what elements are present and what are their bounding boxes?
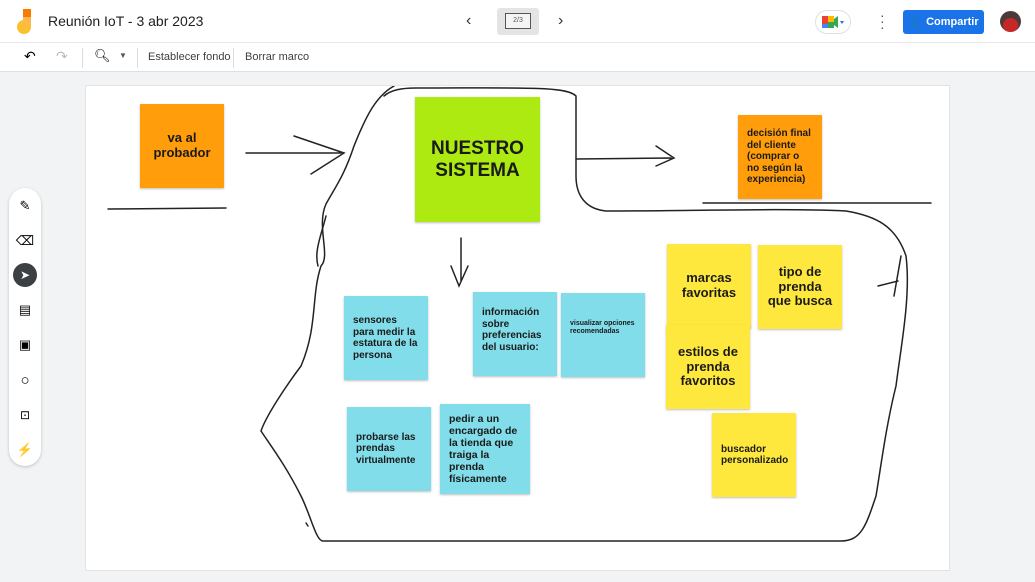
divider <box>137 48 138 68</box>
sticky-note[interactable]: información sobre preferencias del usuar… <box>473 292 557 376</box>
sticky-note[interactable]: probarse las prendas virtualmente <box>347 407 431 491</box>
toolbar: ↶ ↷ 🔍︎ ▼ Establecer fondo Borrar marco <box>0 43 1035 72</box>
circle-shape-icon[interactable]: ○ <box>13 368 37 392</box>
redo-icon[interactable]: ↷ <box>56 48 68 65</box>
pen-icon[interactable]: ✎ <box>13 194 37 218</box>
divider <box>82 48 83 68</box>
sticky-note[interactable]: estilos de prenda favoritos <box>666 325 750 409</box>
sticky-note[interactable]: tipo de prenda que busca <box>758 245 842 329</box>
sticky-note[interactable]: marcas favoritas <box>667 244 751 328</box>
undo-icon[interactable]: ↶ <box>24 48 36 65</box>
more-options-icon[interactable]: · · · <box>880 8 885 34</box>
document-title[interactable]: Reunión IoT - 3 abr 2023 <box>48 13 203 29</box>
tool-sidebar: ✎ ⌫ ➤ ▤ ▣ ○ ⊡ ⚡ <box>9 188 41 466</box>
sticky-note[interactable]: visualizar opciones recomendadas <box>561 293 645 377</box>
laser-icon[interactable]: ⚡ <box>13 438 37 462</box>
sticky-note[interactable]: decisión final del cliente (comprar o no… <box>738 115 822 199</box>
sticky-note[interactable]: NUESTRO SISTEMA <box>415 97 540 222</box>
top-bar: Reunión IoT - 3 abr 2023 ‹ 2/3 › · · · 👤 Co… <box>0 0 1035 43</box>
frame-bar-button[interactable]: 2/3 <box>497 8 539 35</box>
frame-indicator: 2/3 <box>505 13 531 29</box>
text-box-icon[interactable]: ⊡ <box>13 403 37 427</box>
share-button[interactable]: 👤 Compartir <box>903 10 984 34</box>
avatar[interactable] <box>1000 11 1021 32</box>
sticky-note[interactable]: va al probador <box>140 104 224 188</box>
zoom-dropdown-icon[interactable]: ▼ <box>119 51 127 60</box>
next-frame-button[interactable]: › <box>558 12 563 30</box>
meet-button[interactable] <box>815 10 851 34</box>
divider <box>233 48 234 68</box>
prev-frame-button[interactable]: ‹ <box>466 12 471 30</box>
eraser-icon[interactable]: ⌫ <box>13 229 37 253</box>
sticky-note-icon[interactable]: ▤ <box>13 298 37 322</box>
sticky-note[interactable]: buscador personalizado <box>712 413 796 497</box>
meet-icon <box>822 16 844 28</box>
image-icon[interactable]: ▣ <box>13 333 37 357</box>
zoom-icon[interactable]: 🔍︎ <box>94 48 111 64</box>
sticky-note[interactable]: pedir a un encargado de la tienda que tr… <box>440 404 530 494</box>
clear-frame-button[interactable]: Borrar marco <box>245 51 309 63</box>
person-add-icon: 👤 <box>908 16 923 29</box>
select-icon[interactable]: ➤ <box>13 263 37 287</box>
share-label: Compartir <box>926 16 979 28</box>
sticky-note[interactable]: sensores para medir la estatura de la pe… <box>344 296 428 380</box>
jamboard-logo-icon <box>17 9 31 34</box>
set-background-button[interactable]: Establecer fondo <box>148 51 231 63</box>
